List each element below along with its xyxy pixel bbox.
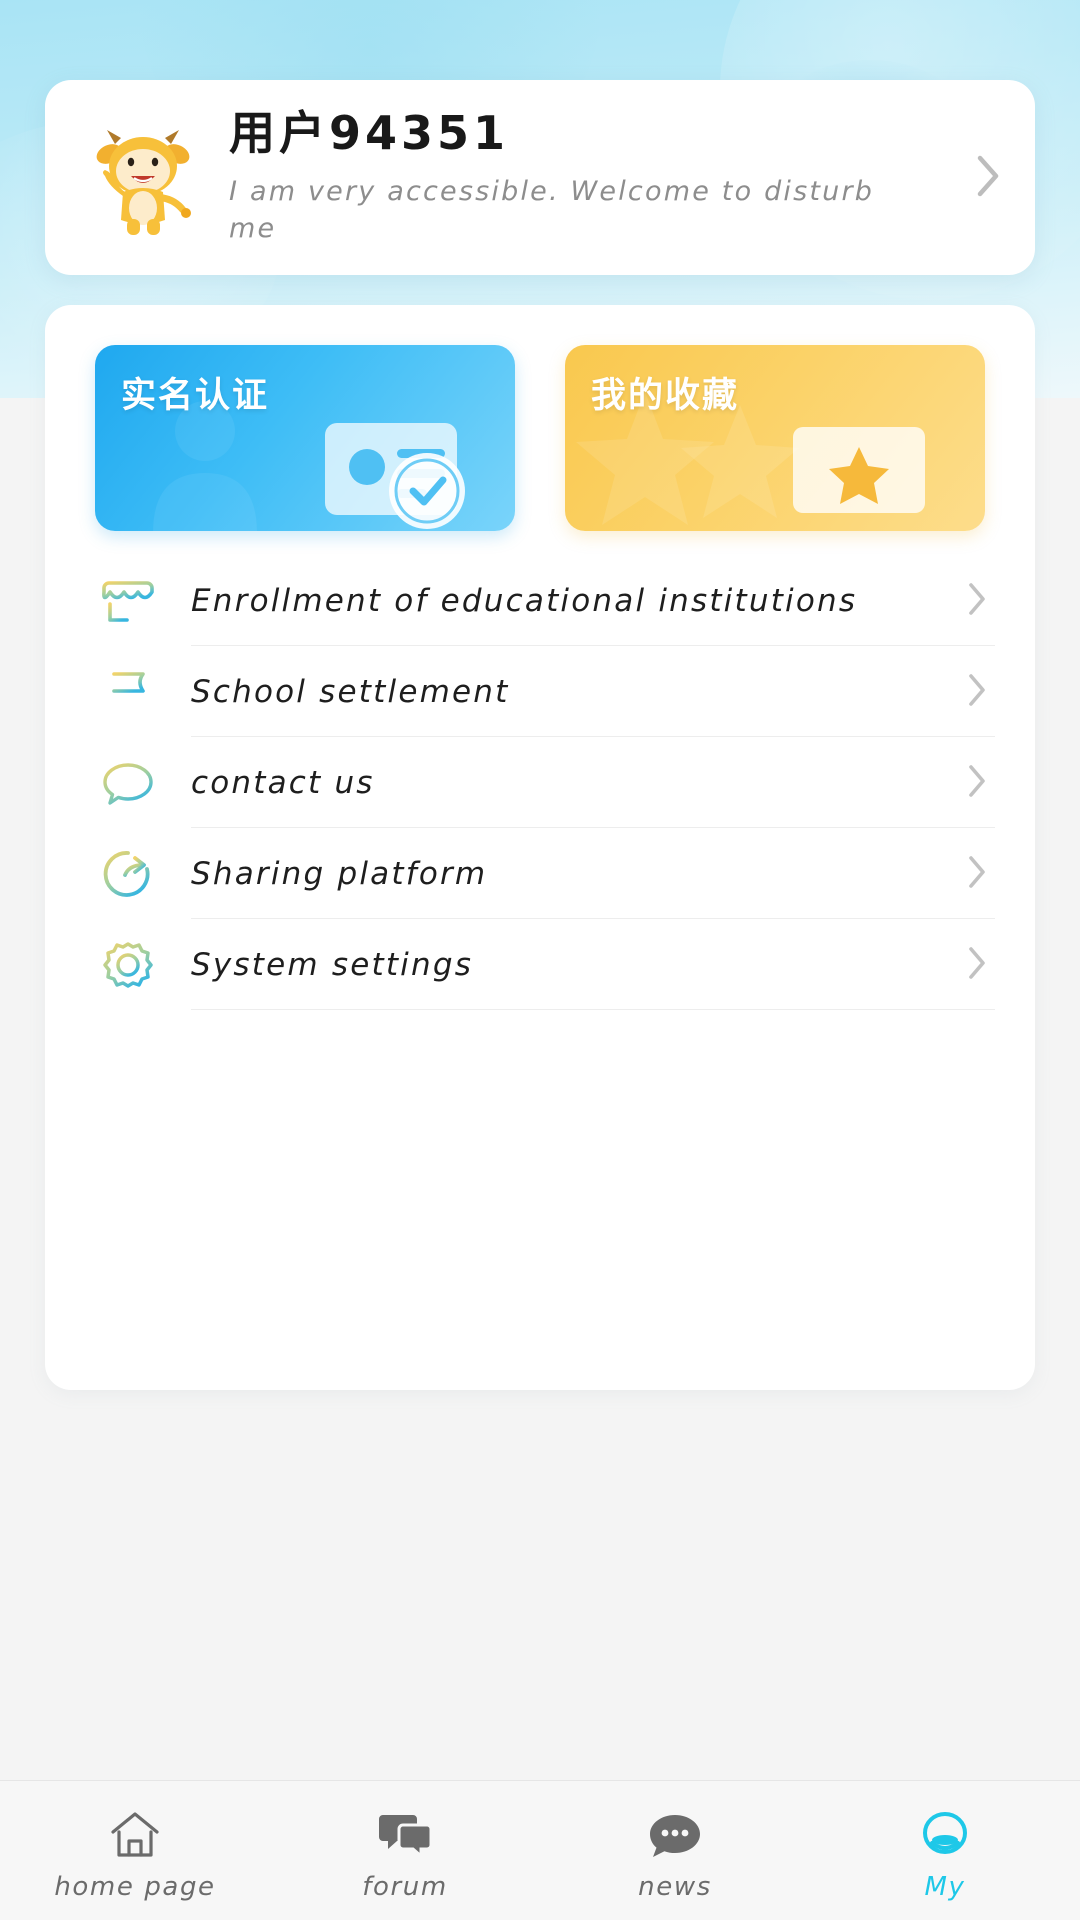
tab-my[interactable]: My <box>810 1781 1080 1920</box>
store-add-icon <box>93 566 163 636</box>
cow-mascot-avatar-icon <box>96 129 191 235</box>
menu-item-school-settlement[interactable]: School settlement <box>93 646 995 737</box>
feature-card-title: 我的收藏 <box>591 376 740 416</box>
avatar <box>79 114 207 242</box>
news-bubble-icon <box>647 1806 703 1864</box>
menu-list: Enrollment of educational institutions S… <box>45 555 1035 1010</box>
profile-signature: I am very accessible. Welcome to disturb… <box>229 175 875 244</box>
menu-chevron-right-icon[interactable] <box>967 854 987 894</box>
share-circle-icon <box>93 839 163 909</box>
tab-label: My <box>924 1871 966 1902</box>
my-account-icon <box>917 1806 973 1864</box>
flag-icon <box>93 657 163 727</box>
main-panel: 实名认证 我的收藏 Enrollment of educational inst… <box>45 305 1035 1390</box>
chevron-right-icon <box>969 582 985 615</box>
menu-item-label: System settings <box>191 946 474 983</box>
bottom-navigation-bar: home page forum news My <box>0 1780 1080 1920</box>
menu-divider <box>191 1009 995 1010</box>
tab-label: home page <box>54 1871 216 1902</box>
menu-item-label: School settlement <box>191 673 510 710</box>
tab-label: forum <box>362 1871 448 1902</box>
menu-item-contact-us[interactable]: contact us <box>93 737 995 828</box>
menu-chevron-right-icon[interactable] <box>967 672 987 712</box>
feature-card-my-favorites[interactable]: 我的收藏 <box>565 345 985 531</box>
tab-news[interactable]: news <box>540 1781 810 1920</box>
tab-forum[interactable]: forum <box>270 1781 540 1920</box>
profile-username: 用户94351 <box>229 105 510 160</box>
menu-item-label: Enrollment of educational institutions <box>191 582 858 619</box>
menu-chevron-right-icon[interactable] <box>967 945 987 985</box>
feature-card-real-name-verification[interactable]: 实名认证 <box>95 345 515 531</box>
feature-card-row: 实名认证 我的收藏 <box>95 345 985 531</box>
chevron-right-icon <box>977 155 999 196</box>
chevron-right-icon <box>969 855 985 888</box>
tab-home-page[interactable]: home page <box>0 1781 270 1920</box>
profile-text-group: 用户94351 I am very accessible. Welcome to… <box>229 108 975 247</box>
profile-chevron-right-icon[interactable] <box>975 153 1001 203</box>
gear-icon <box>93 930 163 1000</box>
menu-item-sharing-platform[interactable]: Sharing platform <box>93 828 995 919</box>
feature-card-title: 实名认证 <box>121 376 270 416</box>
chevron-right-icon <box>969 946 985 979</box>
menu-item-label: Sharing platform <box>191 855 488 892</box>
menu-item-system-settings[interactable]: System settings <box>93 919 995 1010</box>
menu-chevron-right-icon[interactable] <box>967 581 987 621</box>
home-icon <box>107 1806 163 1864</box>
menu-item-label: contact us <box>191 764 375 801</box>
chevron-right-icon <box>969 673 985 706</box>
profile-card[interactable]: 用户94351 I am very accessible. Welcome to… <box>45 80 1035 275</box>
tab-label: news <box>638 1871 712 1902</box>
chat-bubble-icon <box>93 748 163 818</box>
forum-chat-icon <box>377 1806 433 1864</box>
menu-item-enrollment[interactable]: Enrollment of educational institutions <box>93 555 995 646</box>
chevron-right-icon <box>969 764 985 797</box>
menu-chevron-right-icon[interactable] <box>967 763 987 803</box>
